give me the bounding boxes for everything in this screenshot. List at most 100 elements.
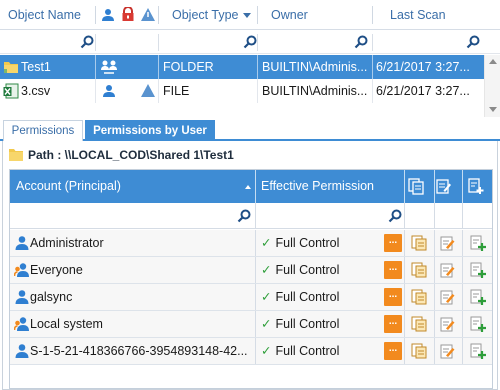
user-permission-row[interactable]: Local system ✓ Full Control... bbox=[10, 311, 492, 338]
cell-divider bbox=[372, 55, 373, 79]
triangle-icon[interactable] bbox=[141, 8, 155, 21]
permission-value: Full Control bbox=[275, 344, 340, 358]
group-icon bbox=[100, 55, 118, 79]
more-button[interactable]: ... bbox=[384, 288, 402, 306]
filter-divider bbox=[434, 203, 435, 229]
filter-divider bbox=[257, 34, 258, 51]
account-name: galsync bbox=[30, 290, 73, 304]
object-grid: Object Name Object Type Owner Last Scan bbox=[0, 0, 500, 118]
add-icon[interactable] bbox=[470, 316, 486, 332]
effective-permission: ✓ Full Control bbox=[261, 257, 381, 283]
sort-down-icon[interactable] bbox=[243, 13, 251, 18]
copy-icon[interactable] bbox=[411, 235, 427, 251]
column-divider[interactable] bbox=[434, 170, 435, 203]
filter-divider bbox=[158, 34, 159, 51]
add-permissions-icon[interactable] bbox=[468, 178, 484, 195]
edit-icon[interactable] bbox=[440, 235, 456, 251]
effective-permission: ✓ Full Control bbox=[261, 284, 381, 310]
account-name: Everyone bbox=[30, 263, 83, 277]
copy-permissions-icon[interactable] bbox=[408, 178, 424, 195]
user-permission-row[interactable]: galsync ✓ Full Control... bbox=[10, 284, 492, 311]
lock-icon[interactable] bbox=[121, 6, 135, 22]
copy-icon[interactable] bbox=[411, 262, 427, 278]
column-owner[interactable]: Owner bbox=[271, 0, 308, 30]
user-permission-row[interactable]: S-1-5-21-418366766-3954893148-42... ✓ Full… bbox=[10, 338, 492, 365]
object-last-scan: 6/21/2017 3:27... bbox=[376, 84, 470, 98]
more-button[interactable]: ... bbox=[384, 261, 402, 279]
cell-divider bbox=[404, 257, 405, 283]
tab-permissions-by-user[interactable]: Permissions by User bbox=[85, 120, 215, 141]
column-divider[interactable] bbox=[95, 6, 96, 24]
user-permission-row[interactable]: Everyone ✓ Full Control... bbox=[10, 257, 492, 284]
add-icon[interactable] bbox=[470, 235, 486, 251]
object-name: 3.csv bbox=[21, 84, 51, 98]
copy-icon[interactable] bbox=[411, 343, 427, 359]
effective-permission: ✓ Full Control bbox=[261, 311, 381, 337]
filter-divider bbox=[95, 34, 96, 51]
permission-value: Full Control bbox=[275, 236, 340, 250]
search-icon[interactable] bbox=[466, 35, 480, 49]
cell-divider bbox=[255, 338, 256, 364]
edit-icon[interactable] bbox=[440, 289, 456, 305]
tab-permissions[interactable]: Permissions bbox=[3, 120, 83, 141]
object-row[interactable]: Test1 FOLDER BUILTIN\Adminis... 6/21/201… bbox=[0, 55, 484, 79]
search-icon[interactable] bbox=[243, 35, 257, 49]
column-divider[interactable] bbox=[372, 6, 373, 24]
copy-icon[interactable] bbox=[411, 289, 427, 305]
object-row[interactable]: 3.csv FILE BUILTIN\Adminis... 6/21/2017 … bbox=[0, 79, 484, 103]
column-account[interactable]: Account (Principal) bbox=[16, 170, 121, 203]
column-divider[interactable] bbox=[158, 6, 159, 24]
edit-icon[interactable] bbox=[440, 262, 456, 278]
effective-permission: ✓ Full Control bbox=[261, 230, 381, 256]
scroll-up-icon[interactable] bbox=[489, 59, 497, 64]
cell-divider bbox=[158, 55, 159, 79]
filter-divider bbox=[462, 203, 463, 229]
add-icon[interactable] bbox=[470, 289, 486, 305]
column-divider[interactable] bbox=[257, 6, 258, 24]
user-icon bbox=[14, 284, 30, 310]
column-effective-permission[interactable]: Effective Permission bbox=[261, 170, 374, 203]
column-divider[interactable] bbox=[404, 170, 405, 203]
triangle-icon bbox=[141, 79, 155, 103]
user-permission-icon[interactable] bbox=[101, 8, 115, 22]
group-icon bbox=[14, 311, 30, 337]
object-type: FILE bbox=[163, 84, 190, 98]
add-icon[interactable] bbox=[470, 343, 486, 359]
account-name: S-1-5-21-418366766-3954893148-42... bbox=[30, 344, 248, 358]
column-divider[interactable] bbox=[462, 170, 463, 203]
cell-divider bbox=[257, 55, 258, 79]
check-icon: ✓ bbox=[261, 263, 272, 277]
permissions-filter-row bbox=[10, 203, 492, 229]
search-icon[interactable] bbox=[80, 35, 94, 49]
account-name: Local system bbox=[30, 317, 103, 331]
column-divider[interactable] bbox=[255, 170, 256, 203]
search-icon[interactable] bbox=[237, 209, 251, 223]
cell-divider bbox=[255, 311, 256, 337]
more-button[interactable]: ... bbox=[384, 234, 402, 252]
more-button[interactable]: ... bbox=[384, 342, 402, 360]
add-icon[interactable] bbox=[470, 262, 486, 278]
edit-icon[interactable] bbox=[440, 316, 456, 332]
account-name: Administrator bbox=[30, 236, 104, 250]
cell-divider bbox=[462, 230, 463, 256]
group-icon bbox=[14, 257, 30, 283]
search-icon[interactable] bbox=[354, 35, 368, 49]
path-label: Path : \\LOCAL_COD\Shared 1\Test1 bbox=[28, 148, 234, 162]
edit-permissions-icon[interactable] bbox=[436, 178, 452, 195]
user-icon bbox=[14, 230, 30, 256]
more-button[interactable]: ... bbox=[384, 315, 402, 333]
sort-up-icon[interactable] bbox=[245, 185, 251, 189]
copy-icon[interactable] bbox=[411, 316, 427, 332]
search-icon[interactable] bbox=[388, 209, 402, 223]
column-object-name[interactable]: Object Name bbox=[8, 0, 81, 30]
object-name: Test1 bbox=[21, 60, 51, 74]
user-permission-row[interactable]: Administrator ✓ Full Control... bbox=[10, 230, 492, 257]
vertical-scrollbar[interactable] bbox=[484, 55, 500, 117]
column-last-scan[interactable]: Last Scan bbox=[390, 0, 446, 30]
edit-icon[interactable] bbox=[440, 343, 456, 359]
filter-divider bbox=[255, 203, 256, 229]
check-icon: ✓ bbox=[261, 236, 272, 250]
column-object-type[interactable]: Object Type bbox=[172, 0, 238, 30]
scroll-down-icon[interactable] bbox=[489, 107, 497, 112]
object-grid-header: Object Name Object Type Owner Last Scan bbox=[0, 0, 500, 30]
